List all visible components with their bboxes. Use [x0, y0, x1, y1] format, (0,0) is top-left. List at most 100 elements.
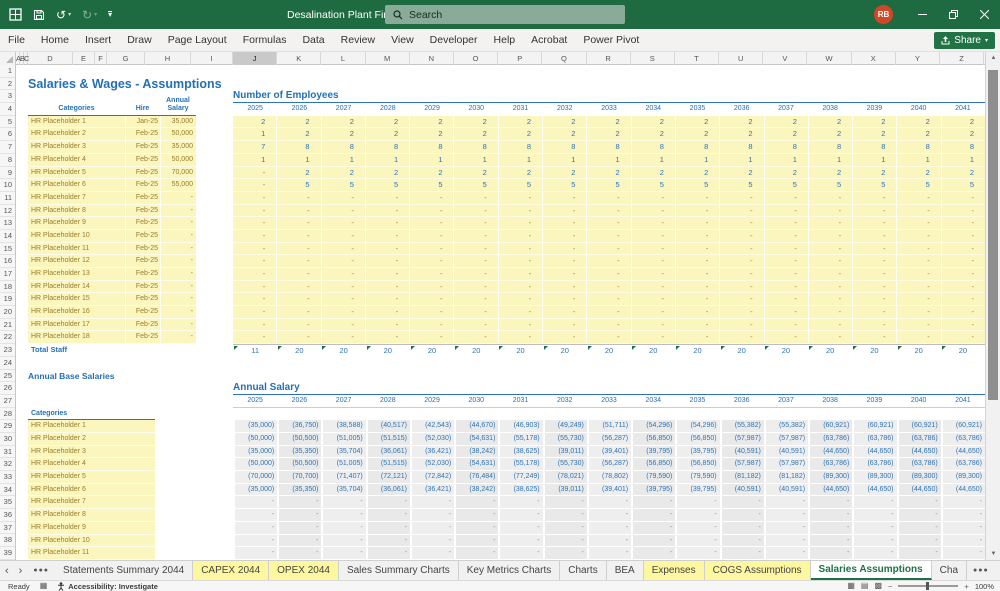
employee-count-cell[interactable]: 1 — [719, 153, 763, 166]
employee-count-cell[interactable]: 2 — [542, 128, 586, 141]
annual-salary-cell[interactable]: - — [586, 534, 632, 547]
annual-salary-cell[interactable]: (57,987) — [763, 433, 809, 445]
annual-salary-cell[interactable]: - — [631, 521, 676, 534]
employee-count-cell[interactable]: - — [409, 268, 453, 280]
annual-salary-cell[interactable]: - — [940, 496, 985, 509]
employee-count-cell[interactable]: - — [719, 280, 763, 293]
annual-salary-cell[interactable]: - — [409, 547, 455, 559]
annual-salary-cell[interactable]: (60,921) — [808, 420, 853, 432]
annual-salary-cell[interactable]: (36,421) — [409, 483, 455, 496]
staff-salary[interactable]: - — [160, 217, 196, 229]
employee-count-cell[interactable]: - — [674, 280, 719, 293]
worksheet[interactable]: 1 2 3 4 5 6 7 8 9 10 11 12 13 14 15 16 17 18 19 20 21 22 23 24 2… — [0, 65, 985, 560]
employee-count-cell[interactable]: - — [233, 281, 276, 293]
employee-count-cell[interactable]: 1 — [320, 153, 365, 166]
annual-salary-cell[interactable]: - — [763, 509, 809, 521]
annual-salary-cell[interactable]: (54,296) — [631, 420, 676, 432]
annual-salary-cell[interactable]: (60,921) — [852, 420, 897, 432]
employee-count-cell[interactable]: - — [719, 217, 763, 229]
employee-count-cell[interactable]: - — [719, 191, 763, 204]
employee-count-cell[interactable]: - — [364, 217, 409, 229]
employee-count-cell[interactable]: - — [807, 293, 852, 306]
employee-count-cell[interactable]: - — [896, 280, 940, 293]
employee-count-cell[interactable]: - — [542, 191, 586, 204]
employee-count-cell[interactable]: - — [940, 242, 985, 255]
annual-salary-cell[interactable]: (55,178) — [498, 458, 543, 471]
sheet-tab-salaries-assumptions[interactable]: Salaries Assumptions — [810, 561, 932, 580]
search-box[interactable]: Search — [385, 5, 625, 24]
row-header-32[interactable]: 32 — [0, 458, 15, 471]
employee-count-cell[interactable]: - — [586, 191, 630, 204]
employee-count-cell[interactable]: 2 — [320, 128, 365, 141]
staff-salary[interactable]: 55,000 — [160, 179, 196, 191]
column-header-f[interactable]: F — [95, 52, 107, 65]
annual-salary-cell[interactable]: - — [675, 509, 720, 521]
annual-salary-cell[interactable]: - — [365, 509, 410, 521]
employee-count-cell[interactable]: 2 — [719, 166, 763, 179]
annual-salary-cell[interactable]: - — [808, 509, 853, 521]
employee-count-cell[interactable]: - — [497, 280, 542, 293]
employee-count-cell[interactable]: 2 — [276, 128, 320, 141]
employee-count-cell[interactable]: 5 — [497, 179, 542, 191]
employee-count-cell[interactable]: 8 — [940, 141, 985, 153]
employee-count-cell[interactable]: 8 — [807, 141, 852, 153]
employee-count-cell[interactable]: - — [320, 268, 365, 280]
employee-count-cell[interactable]: - — [586, 229, 630, 242]
annual-salary-cell[interactable]: (55,730) — [542, 458, 587, 471]
row-header-10[interactable]: 10 — [0, 179, 15, 192]
employee-count-cell[interactable]: - — [940, 191, 985, 204]
employee-count-cell[interactable]: - — [630, 268, 675, 280]
zoom-in-icon[interactable]: + — [964, 582, 968, 591]
staff-hire-date[interactable]: Feb-25 — [125, 306, 160, 318]
employee-count-cell[interactable]: - — [630, 229, 675, 242]
employee-count-cell[interactable]: - — [763, 255, 808, 267]
sheet-tab-key-metrics-charts[interactable]: Key Metrics Charts — [459, 561, 561, 580]
row-header-39[interactable]: 39 — [0, 547, 15, 560]
annual-salary-cell[interactable]: - — [454, 496, 499, 509]
annual-salary-cell[interactable]: (38,625) — [498, 483, 543, 496]
annual-salary-cell[interactable]: (79,590) — [631, 471, 676, 483]
staff-hire-date[interactable]: Feb-25 — [125, 229, 160, 242]
employee-count-cell[interactable]: - — [719, 204, 763, 217]
employee-count-cell[interactable]: - — [763, 191, 808, 204]
employee-count-cell[interactable]: - — [586, 293, 630, 306]
employee-count-cell[interactable]: - — [233, 205, 276, 217]
employee-count-cell[interactable]: - — [586, 217, 630, 229]
staff-category[interactable]: HR Placeholder 15 — [28, 293, 125, 305]
sheet-tab-expenses[interactable]: Expenses — [643, 561, 705, 580]
employee-count-cell[interactable]: 1 — [586, 153, 630, 166]
employee-count-cell[interactable]: 2 — [453, 166, 497, 179]
row-header-4[interactable]: 4 — [0, 103, 15, 116]
annual-salary-cell[interactable]: (36,750) — [277, 420, 322, 432]
annual-salary-cell[interactable]: - — [277, 521, 322, 534]
annual-salary-cell[interactable]: (54,631) — [454, 433, 499, 445]
employee-count-cell[interactable]: - — [896, 242, 940, 255]
employee-count-cell[interactable]: 8 — [852, 141, 896, 153]
employee-count-cell[interactable]: - — [364, 306, 409, 318]
annual-salary-cell[interactable]: (49,249) — [542, 420, 587, 432]
annual-salary-cell[interactable]: - — [940, 509, 985, 521]
employee-count-cell[interactable]: - — [453, 306, 497, 318]
row-header-18[interactable]: 18 — [0, 281, 15, 294]
annual-salary-cell[interactable]: (35,704) — [321, 445, 366, 458]
employee-count-cell[interactable]: - — [852, 331, 896, 344]
row-header-13[interactable]: 13 — [0, 217, 15, 230]
employee-count-cell[interactable]: 1 — [364, 153, 409, 166]
annual-salary-cell[interactable]: (44,650) — [852, 445, 897, 458]
row-header-25[interactable]: 25 — [0, 370, 15, 383]
employee-count-cell[interactable]: - — [630, 318, 675, 331]
employee-count-cell[interactable]: 2 — [896, 128, 940, 141]
employee-count-cell[interactable]: - — [674, 229, 719, 242]
employee-count-cell[interactable]: 5 — [542, 179, 586, 191]
annual-salary-cell[interactable]: (63,786) — [940, 458, 985, 471]
sheet-tab-charts[interactable]: Charts — [560, 561, 607, 580]
staff-salary[interactable]: - — [160, 191, 196, 204]
annual-salary-cell[interactable]: (71,407) — [321, 471, 366, 483]
annual-salary-cell[interactable]: - — [719, 547, 764, 559]
employee-count-cell[interactable]: - — [674, 191, 719, 204]
staff-category[interactable]: HR Placeholder 3 — [28, 141, 125, 153]
employee-count-cell[interactable]: - — [763, 331, 808, 344]
employee-count-cell[interactable]: - — [497, 318, 542, 331]
annual-salary-cell[interactable]: (55,178) — [498, 433, 543, 445]
annual-salary-cell[interactable]: (50,500) — [277, 433, 322, 445]
